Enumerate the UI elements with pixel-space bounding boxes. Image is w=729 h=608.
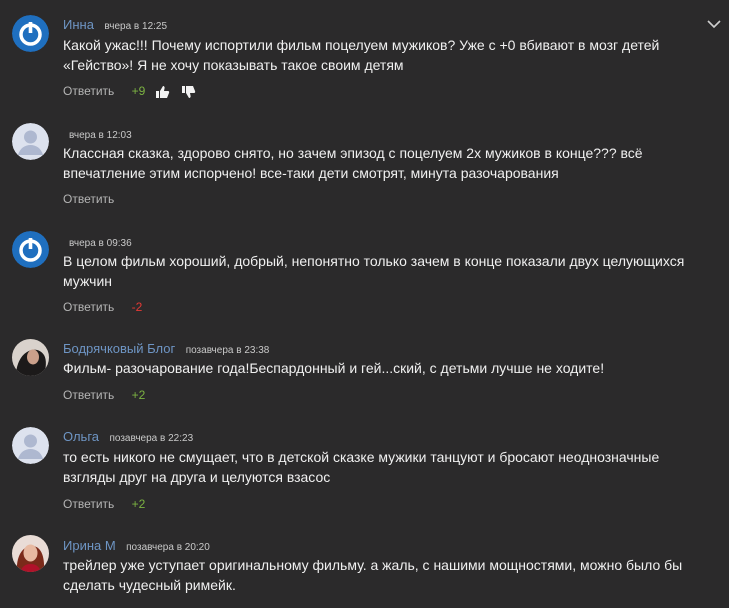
- chevron-down-icon[interactable]: [706, 18, 722, 30]
- photo-avatar[interactable]: [12, 535, 49, 572]
- comment-author[interactable]: Ольга: [63, 429, 99, 444]
- comment-score: -2: [131, 300, 143, 314]
- comment-text: трейлер уже уступает оригинальному фильм…: [63, 557, 683, 593]
- comment-author[interactable]: Бодрячковый Блог: [63, 341, 175, 356]
- blue-logo-icon[interactable]: [12, 15, 49, 52]
- default-user-icon[interactable]: [12, 427, 49, 464]
- comment-author[interactable]: Ирина М: [63, 538, 116, 553]
- comment-time: вчера в 09:36: [69, 238, 132, 249]
- comment-time: вчера в 12:03: [69, 130, 132, 141]
- comment-time: позавчера в 20:20: [126, 542, 210, 553]
- comment-text: Какой ужас!!! Почему испортили фильм поц…: [63, 37, 660, 73]
- default-user-icon[interactable]: [12, 123, 49, 160]
- thumbs-down-icon[interactable]: [181, 85, 196, 99]
- reply-link[interactable]: Ответить: [63, 192, 114, 206]
- comment-score: +2: [131, 388, 146, 402]
- comment-time: позавчера в 23:38: [185, 345, 270, 356]
- reply-link[interactable]: Ответить: [63, 497, 114, 511]
- comment-text: В целом фильм хороший, добрый, непонятно…: [63, 253, 685, 289]
- comment-time: позавчера в 22:23: [109, 433, 194, 444]
- comment-text: Фильм- разочарование года!Беспардонный и…: [63, 360, 605, 376]
- reply-link[interactable]: Ответить: [63, 84, 114, 98]
- comment-time: вчера в 12:25: [104, 21, 168, 32]
- comment-author[interactable]: Инна: [63, 17, 94, 32]
- comment-score: +9: [131, 84, 146, 98]
- thumbs-up-icon[interactable]: [155, 85, 170, 99]
- photo-avatar[interactable]: [12, 339, 49, 376]
- reply-link[interactable]: Ответить: [63, 388, 114, 402]
- comment-text: Классная сказка, здорово снято, но зачем…: [63, 145, 643, 181]
- comment-score: +2: [131, 497, 146, 511]
- comment-text: то есть никого не смущает, что в детской…: [63, 449, 660, 485]
- blue-logo-icon[interactable]: [12, 231, 49, 268]
- reply-link[interactable]: Ответить: [63, 300, 114, 314]
